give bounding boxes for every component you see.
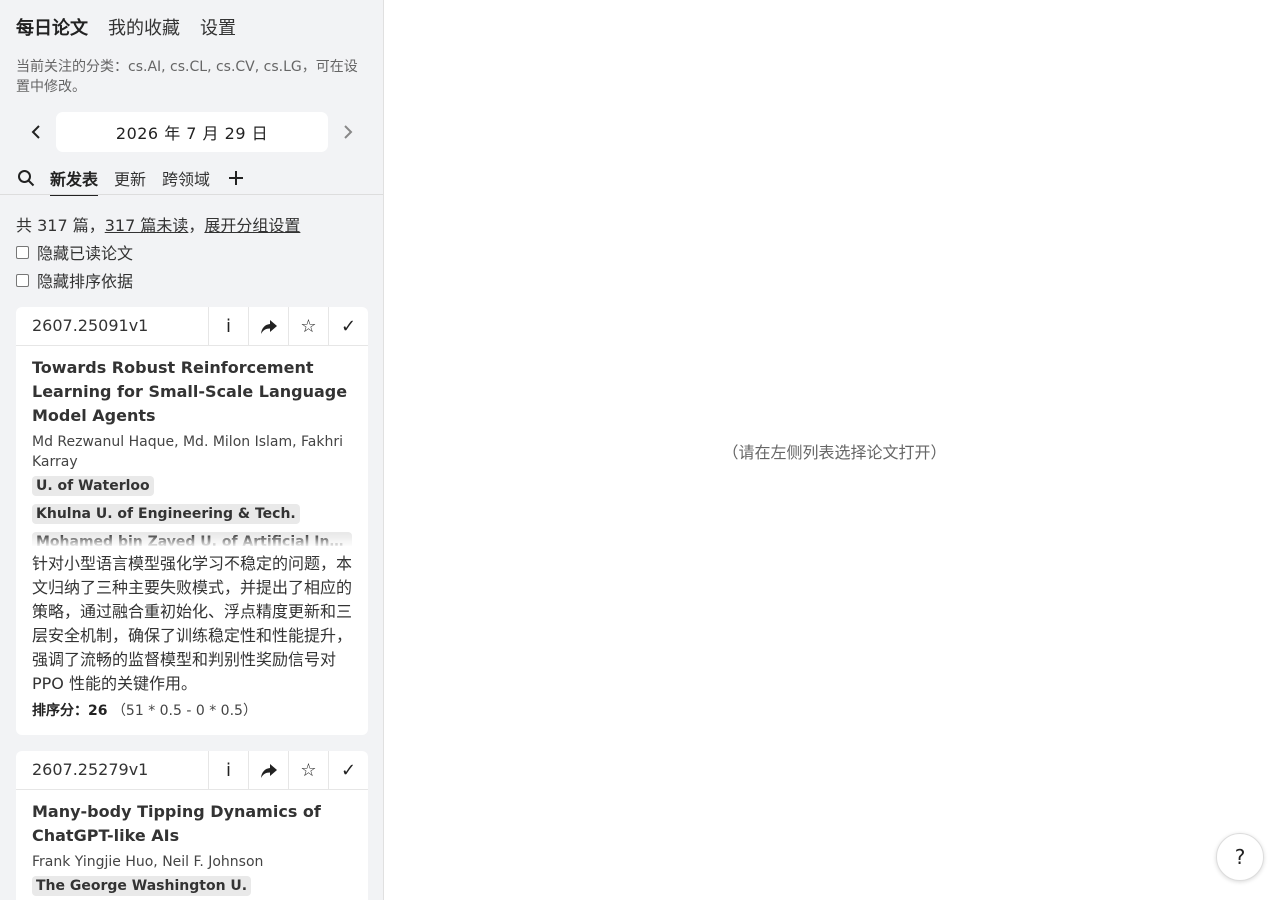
paper-card-body: Many-body Tipping Dynamics of ChatGPT-li… <box>16 790 368 900</box>
star-icon: ☆ <box>300 316 317 337</box>
hide-ranking-label: 隐藏排序依据 <box>37 272 134 291</box>
share-button[interactable] <box>248 307 288 346</box>
mark-read-button[interactable]: ✓ <box>328 307 368 346</box>
total-count: 共 317 篇， <box>16 216 105 235</box>
mark-read-button[interactable]: ✓ <box>328 751 368 790</box>
paper-authors: Md Rezwanul Haque, Md. Milon Islam, Fakh… <box>32 434 343 470</box>
affiliation-row: Mohamed bin Zayed U. of Artificial Intel… <box>32 528 352 546</box>
paper-title[interactable]: Many-body Tipping Dynamics of ChatGPT-li… <box>32 800 352 848</box>
paper-card-body: Towards Robust Reinforcement Learning fo… <box>16 346 368 720</box>
reader-pane: （请在左侧列表选择论文打开） <box>385 0 1284 900</box>
paper-actions: i ☆ ✓ <box>208 751 368 790</box>
paper-actions: i ☆ ✓ <box>208 307 368 346</box>
affiliation-badge: Khulna U. of Engineering & Tech. <box>32 504 300 524</box>
paper-summary: 针对小型语言模型强化学习不稳定的问题，本文归纳了三种主要失败模式，并提出了相应的… <box>32 554 353 693</box>
tab-cross-listed[interactable]: 跨领域 <box>162 166 210 194</box>
score-formula: （51 * 0.5 - 0 * 0.5） <box>111 703 257 719</box>
paper-id: 2607.25091v1 <box>32 316 149 335</box>
info-button[interactable]: i <box>208 307 248 346</box>
paper-title[interactable]: Towards Robust Reinforcement Learning fo… <box>32 356 352 428</box>
check-icon: ✓ <box>340 316 357 337</box>
chevron-left-icon <box>31 125 40 139</box>
empty-placeholder: （请在左侧列表选择论文打开） <box>722 443 947 462</box>
affiliation-badge: Mohamed bin Zayed U. of Artificial Intel… <box>32 532 352 546</box>
tabs-divider <box>0 194 383 195</box>
favorite-button[interactable]: ☆ <box>288 751 328 790</box>
share-icon <box>260 763 277 778</box>
nav-settings[interactable]: 设置 <box>200 14 236 40</box>
info-button[interactable]: i <box>208 751 248 790</box>
nav-favorites[interactable]: 我的收藏 <box>108 14 180 40</box>
date-display[interactable]: 2026 年 7 月 29 日 <box>56 112 328 152</box>
paper-card[interactable]: 2607.25091v1 i ☆ ✓ Towards Robust Reinfo… <box>16 307 368 735</box>
search-button[interactable] <box>16 166 36 190</box>
affiliation-row: Khulna U. of Engineering & Tech. <box>32 500 352 528</box>
hide-ranking-filter[interactable]: 隐藏排序依据 <box>16 268 133 292</box>
star-icon: ☆ <box>300 760 317 781</box>
next-date-button[interactable] <box>336 120 360 144</box>
hide-read-filter[interactable]: 隐藏已读论文 <box>16 240 133 264</box>
share-icon <box>260 319 277 334</box>
help-icon: ? <box>1234 845 1246 869</box>
add-tab-button[interactable] <box>226 166 246 190</box>
hide-read-label: 隐藏已读论文 <box>37 244 134 263</box>
check-icon: ✓ <box>340 760 357 781</box>
chevron-right-icon <box>344 125 353 139</box>
info-icon: i <box>225 760 231 781</box>
tab-updated[interactable]: 更新 <box>114 166 146 194</box>
share-button[interactable] <box>248 751 288 790</box>
summary-separator: ， <box>188 216 205 235</box>
paper-card-header: 2607.25091v1 i ☆ ✓ <box>16 307 368 346</box>
unread-count-link[interactable]: 317 篇未读 <box>105 216 189 235</box>
search-icon <box>18 170 35 187</box>
paper-authors: Frank Yingjie Huo, Neil F. Johnson <box>32 854 264 870</box>
category-note: 当前关注的分类：cs.AI, cs.CL, cs.CV, cs.LG，可在设置中… <box>16 59 358 95</box>
sidebar: 每日论文 我的收藏 设置 当前关注的分类：cs.AI, cs.CL, cs.CV… <box>0 0 384 900</box>
score-label: 排序分： <box>32 703 88 719</box>
ranking-score: 排序分：26 （51 * 0.5 - 0 * 0.5） <box>32 700 352 720</box>
group-settings-link[interactable]: 展开分组设置 <box>204 216 300 235</box>
paper-card[interactable]: 2607.25279v1 i ☆ ✓ Many-body Tipping Dyn… <box>16 751 368 900</box>
paper-tabs: 新发表 更新 跨领域 <box>16 166 246 196</box>
help-button[interactable]: ? <box>1216 833 1264 881</box>
top-nav: 每日论文 我的收藏 设置 <box>16 14 236 40</box>
hide-read-checkbox[interactable] <box>16 245 29 259</box>
paper-id: 2607.25279v1 <box>32 760 149 779</box>
hide-ranking-checkbox[interactable] <box>16 273 29 287</box>
affiliation-badge: The George Washington U. <box>32 876 252 896</box>
affiliation-row: U. of Waterloo <box>32 472 352 500</box>
favorite-button[interactable]: ☆ <box>288 307 328 346</box>
date-selector: 2026 年 7 月 29 日 <box>16 112 368 152</box>
affiliation-badge: U. of Waterloo <box>32 476 154 496</box>
score-value: 26 <box>88 703 108 719</box>
info-icon: i <box>225 316 231 337</box>
nav-daily-papers[interactable]: 每日论文 <box>16 14 88 40</box>
paper-count-summary: 共 317 篇，317 篇未读，展开分组设置 <box>16 212 300 236</box>
tab-new[interactable]: 新发表 <box>50 166 99 196</box>
paper-card-header: 2607.25279v1 i ☆ ✓ <box>16 751 368 790</box>
plus-icon <box>229 171 244 185</box>
affiliation-row: The George Washington U. <box>32 872 352 900</box>
prev-date-button[interactable] <box>24 120 48 144</box>
